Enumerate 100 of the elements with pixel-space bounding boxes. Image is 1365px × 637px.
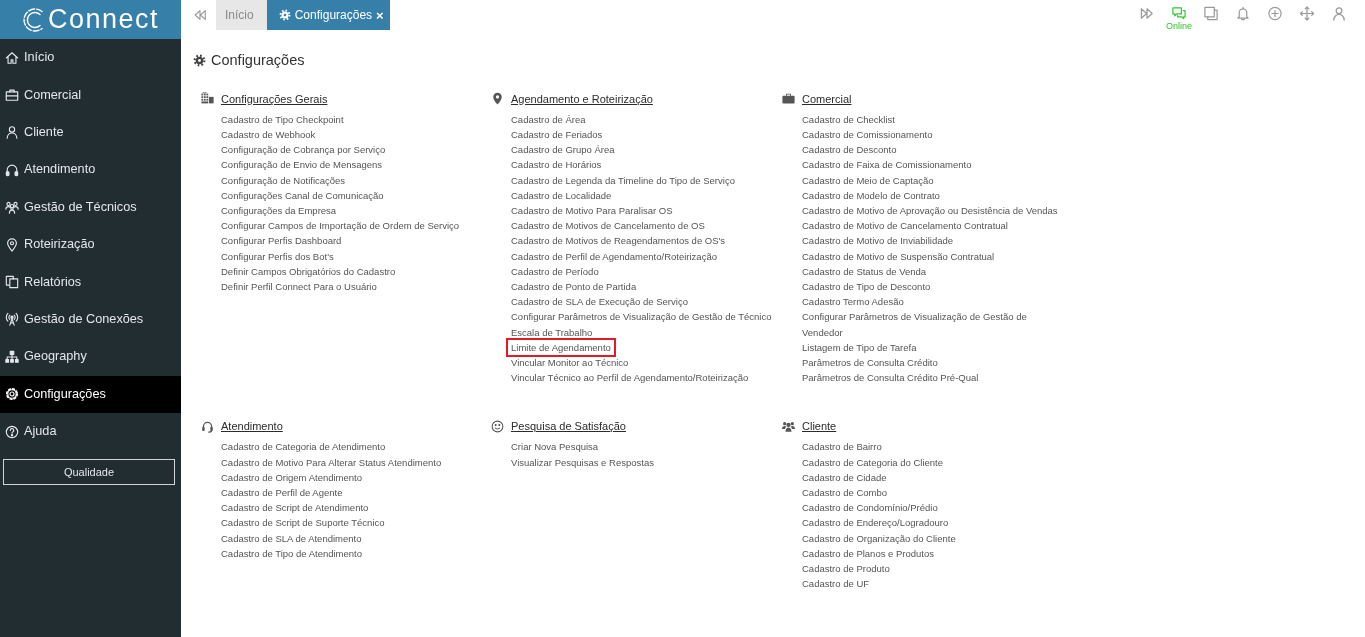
settings-link[interactable]: Cadastro de Feriados <box>511 126 603 143</box>
sidebar-item[interactable]: Configurações <box>0 375 181 413</box>
sidebar-item[interactable]: Gestão de Conexões <box>0 300 181 339</box>
sidebar-item[interactable]: Relatórios <box>0 263 181 301</box>
settings-link[interactable]: Cadastro de Modelo de Contrato <box>802 187 940 203</box>
settings-link[interactable]: Configuração de Envio de Mensagens <box>221 157 383 173</box>
settings-link[interactable]: Cadastro de Origem Atendimento <box>221 469 362 485</box>
move-icon[interactable] <box>1299 6 1315 21</box>
settings-link[interactable]: Configurar Parâmetros de Visualização de Gestão de Vendedor <box>802 309 1066 340</box>
user-icon[interactable] <box>1331 6 1347 21</box>
settings-link[interactable]: Cadastro de Script de Atendimento <box>221 500 369 516</box>
settings-link[interactable]: Cadastro de Perfil de Agendamento/Roteirização <box>511 248 717 264</box>
sidebar-item[interactable]: Gestão de Técnicos <box>0 188 181 226</box>
sidebar-item[interactable]: Atendimento <box>0 151 181 189</box>
settings-link[interactable]: Cadastro de UF <box>802 576 870 592</box>
settings-link[interactable]: Configurar Campos de Importação de Ordem de Serviço <box>221 218 460 234</box>
settings-link[interactable]: Cadastro de Motivo de Inviabilidade <box>802 233 954 249</box>
settings-link[interactable]: Listagem de Tipo de Tarefa <box>802 339 917 355</box>
settings-link[interactable]: Configurar Parâmetros de Visualização de Gestão de Técnico <box>511 309 772 325</box>
settings-link[interactable]: Vincular Técnico ao Perfil de Agendamento/Roteirização <box>511 370 749 386</box>
settings-link[interactable]: Cadastro de Perfil de Agente <box>221 485 343 501</box>
settings-link[interactable]: Cadastro de Ponto de Partida <box>511 279 637 295</box>
bell-icon[interactable] <box>1235 6 1251 21</box>
settings-link[interactable]: Cadastro de Organização do Cliente <box>802 530 956 546</box>
copy-icon <box>5 275 19 290</box>
settings-link[interactable]: Cadastro de Desconto <box>802 142 897 158</box>
settings-link[interactable]: Cadastro de SLA de Atendimento <box>221 530 362 546</box>
settings-link[interactable]: Cadastro de Tipo de Atendimento <box>221 545 362 562</box>
settings-link[interactable]: Cadastro de Período <box>511 263 599 279</box>
settings-link[interactable]: Parâmetros de Consulta Crédito <box>802 355 938 371</box>
settings-link[interactable]: Cadastro de Produto <box>802 561 890 577</box>
settings-link[interactable]: Cadastro de Meio de Captação <box>802 172 934 188</box>
add-icon[interactable] <box>1267 6 1283 21</box>
settings-link[interactable]: Cadastro de Motivos de Cancelamento de OS <box>511 218 705 234</box>
sidebar-item[interactable]: Início <box>0 39 181 77</box>
settings-link[interactable]: Escala de Trabalho <box>511 324 593 340</box>
settings-link[interactable]: Cadastro de Motivo Para Alterar Status Atendimento <box>221 454 442 470</box>
settings-link[interactable]: Cadastro de Cidade <box>802 469 887 485</box>
settings-link[interactable]: Cadastro de Área <box>511 111 586 127</box>
rewind-icon[interactable] <box>193 8 207 22</box>
gear-icon <box>5 387 19 402</box>
sidebar-item[interactable]: Ajuda <box>0 412 181 451</box>
settings-link[interactable]: Vincular Monitor ao Técnico <box>511 355 629 371</box>
settings-link[interactable]: Cadastro de Legenda da Timeline do Tipo de Serviço <box>511 172 735 188</box>
settings-link[interactable]: Cadastro de Categoria de Atendimento <box>221 439 386 455</box>
section-heading-link[interactable]: Configurações Gerais <box>221 90 328 107</box>
sidebar-item[interactable]: Roteirização <box>0 225 181 264</box>
tab[interactable]: Configurações × <box>266 0 390 30</box>
settings-link[interactable]: Configuração de Notificações <box>221 172 346 188</box>
settings-link[interactable]: Cadastro de Comissionamento <box>802 126 933 143</box>
settings-link[interactable]: Cadastro de Motivo Para Paralisar OS <box>511 202 673 219</box>
settings-link[interactable]: Visualizar Pesquisas e Respostas <box>511 454 654 470</box>
sidebar-item[interactable]: Geography <box>0 338 181 376</box>
settings-link[interactable]: Criar Nova Pesquisa <box>511 439 599 455</box>
settings-link[interactable]: Cadastro de Bairro <box>802 439 882 455</box>
settings-link[interactable]: Limite de Agendamento <box>506 337 616 357</box>
sidebar-item[interactable]: Cliente <box>0 113 181 152</box>
settings-link[interactable]: Parâmetros de Consulta Crédito Pré-Qual <box>802 370 979 386</box>
settings-link[interactable]: Configuração de Cobrança por Serviço <box>221 142 386 158</box>
people-icon <box>5 200 19 215</box>
settings-link[interactable]: Cadastro de Script de Suporte Técnico <box>221 515 385 531</box>
settings-link[interactable]: Cadastro de Motivo de Suspensão Contratual <box>802 248 995 264</box>
settings-link[interactable]: Cadastro Termo Adesão <box>802 294 904 310</box>
settings-link[interactable]: Cadastro de Categoria do Cliente <box>802 454 943 470</box>
section-heading-link[interactable]: Pesquisa de Satisfação <box>511 418 626 435</box>
headset-icon <box>200 419 215 433</box>
settings-link[interactable]: Cadastro de Tipo de Desconto <box>802 279 931 295</box>
settings-link[interactable]: Cadastro de Motivos de Reagendamentos de OS's <box>511 233 726 249</box>
location-pin-icon <box>5 237 19 252</box>
settings-link[interactable]: Cadastro de Endereço/Logradouro <box>802 515 949 531</box>
settings-link[interactable]: Cadastro de Webhook <box>221 126 316 143</box>
settings-link[interactable]: Cadastro de Grupo Área <box>511 142 615 158</box>
settings-link[interactable]: Cadastro de Status de Venda <box>802 263 927 279</box>
section-heading-link[interactable]: Atendimento <box>221 418 283 435</box>
section-heading-link[interactable]: Cliente <box>802 418 837 435</box>
settings-link[interactable]: Definir Perfil Connect Para o Usuário <box>221 279 377 295</box>
settings-link[interactable]: Cadastro de Combo <box>802 485 888 501</box>
chat-icon[interactable] <box>1171 6 1187 21</box>
settings-link[interactable]: Configurações Canal de Comunicação <box>221 187 384 203</box>
settings-link[interactable]: Cadastro de Planos e Produtos <box>802 545 935 562</box>
copy-icon[interactable] <box>1203 6 1219 21</box>
settings-link[interactable]: Configurações da Empresa <box>221 202 337 219</box>
section-heading-link[interactable]: Agendamento e Roteirização <box>511 90 653 107</box>
fast-forward-icon[interactable] <box>1139 6 1155 21</box>
settings-link[interactable]: Cadastro de Motivo de Cancelamento Contratual <box>802 218 1008 234</box>
sidebar-item[interactable]: Comercial <box>0 76 181 114</box>
settings-link[interactable]: Cadastro de Faixa de Comissionamento <box>802 157 972 173</box>
settings-link[interactable]: Cadastro de SLA de Execução de Serviço <box>511 294 688 310</box>
quality-button[interactable]: Qualidade <box>3 459 175 486</box>
settings-link[interactable]: Cadastro de Horários <box>511 157 602 173</box>
settings-link[interactable]: Cadastro de Condomínio/Prédio <box>802 500 938 516</box>
settings-link[interactable]: Definir Campos Obrigatórios do Cadastro <box>221 263 396 279</box>
close-tab-button[interactable]: × <box>376 8 384 22</box>
section-heading-link[interactable]: Comercial <box>802 90 852 107</box>
settings-link[interactable]: Cadastro de Localidade <box>511 187 612 203</box>
settings-link[interactable]: Cadastro de Checklist <box>802 111 895 127</box>
settings-link[interactable]: Configurar Perfis Dashboard <box>221 233 342 249</box>
settings-link[interactable]: Cadastro de Motivo de Aprovação ou Desistência de Vendas <box>802 202 1058 219</box>
settings-link[interactable]: Configurar Perfis dos Bot's <box>221 248 334 264</box>
settings-link[interactable]: Cadastro de Tipo Checkpoint <box>221 111 344 127</box>
